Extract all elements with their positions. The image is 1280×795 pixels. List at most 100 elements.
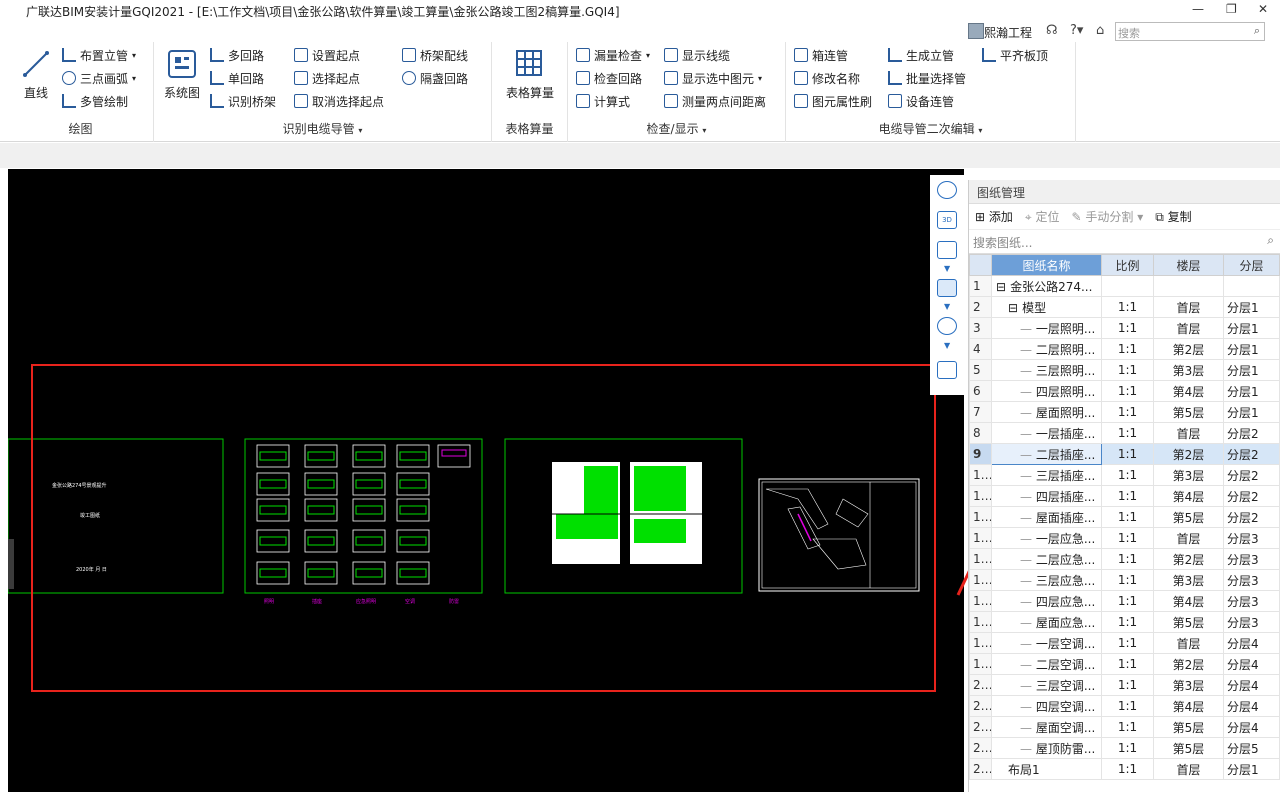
drawing-name-cell[interactable]: — 屋面应急... [991,611,1102,633]
table-row[interactable]: 16— 四层应急... 1:1 第4层 分层3 [969,590,1280,612]
drawing-name-cell[interactable]: — 屋顶防雷... [991,737,1102,759]
three-point-arc-button[interactable]: 三点画弧 ▾ [62,69,136,87]
drawing-name-cell[interactable]: — 一层插座... [991,422,1102,444]
box-connect-pipe-button[interactable]: 箱连管 [794,46,848,64]
drawing-name-cell[interactable]: — 四层照明... [991,380,1102,402]
table-row[interactable]: 4— 二层照明... 1:1 第2层 分层1 [969,338,1280,360]
table-row[interactable]: 6— 四层照明... 1:1 第4层 分层1 [969,380,1280,402]
skip-lamp-circuit-button[interactable]: 隔盏回路 [402,69,468,87]
show-cable-button[interactable]: 显示线缆 [664,46,730,64]
locate-button[interactable]: ⌖ 定位 [1025,208,1060,225]
table-row[interactable]: 13— 一层应急... 1:1 首层 分层3 [969,527,1280,549]
table-row[interactable]: 5— 三层照明... 1:1 第3层 分层1 [969,359,1280,381]
column-header-scale[interactable]: 比例 [1101,254,1154,276]
canvas-scroll-handle[interactable] [8,539,14,589]
identify-tray-button[interactable]: 识别桥架 [210,92,276,110]
table-row[interactable]: 11— 四层插座... 1:1 第4层 分层2 [969,485,1280,507]
drawing-name-cell[interactable]: — 屋面空调... [991,716,1102,738]
table-row[interactable]: 12— 屋面插座... 1:1 第5层 分层2 [969,506,1280,528]
drawing-name-cell[interactable]: — 一层空调... [991,632,1102,654]
orbit-icon[interactable] [937,181,957,199]
group-label-identify-cable[interactable]: 识别电缆导管 ▾ [154,120,491,137]
drawing-name-cell[interactable]: — 三层应急... [991,569,1102,591]
missing-check-button[interactable]: 漏量检查 ▾ [576,46,650,64]
drawing-name-cell[interactable]: — 三层照明... [991,359,1102,381]
group-label-check-display[interactable]: 检查/显示 ▾ [568,120,785,137]
drawing-name-cell[interactable]: — 三层空调... [991,674,1102,696]
headset-icon[interactable]: ☊ [1046,23,1058,38]
generate-riser-button[interactable]: 生成立管 [888,46,954,64]
drawing-name-cell[interactable]: ⊟ 模型 [991,296,1102,318]
box-view-icon[interactable] [937,279,957,297]
batch-select-pipe-button[interactable]: 批量选择管 [888,69,966,87]
drawing-name-cell[interactable]: — 屋面插座... [991,506,1102,528]
drawing-name-cell[interactable]: — 一层应急... [991,527,1102,549]
table-row[interactable]: 9— 二层插座... 1:1 第2层 分层2 [969,443,1280,465]
system-diagram-button[interactable]: 系统图 [160,48,204,101]
drawing-name-cell[interactable]: — 屋面照明... [991,401,1102,423]
table-row[interactable]: 2 ⊟ 模型 1:1 首层 分层1 [969,296,1280,318]
table-row[interactable]: 1 ⊟ 金张公路274... [969,275,1280,297]
table-row[interactable]: 24 布局1 1:1 首层 分层1 [969,758,1280,780]
copy-button[interactable]: ⧉ 复制 [1155,208,1191,225]
column-header-floor[interactable]: 楼层 [1153,254,1224,276]
measure-distance-button[interactable]: 测量两点间距离 [664,92,766,110]
add-button[interactable]: ⊞ 添加 [975,208,1013,225]
drawing-name-cell[interactable]: — 一层照明... [991,317,1102,339]
group-label-cable-edit[interactable]: 电缆导管二次编辑 ▾ [786,120,1075,137]
line-button[interactable]: 直线 [16,48,56,101]
table-row[interactable]: 19— 二层空调... 1:1 第2层 分层4 [969,653,1280,675]
tree-toggle-icon[interactable]: ⊟ [1008,301,1018,315]
column-header-name[interactable]: 图纸名称 [991,254,1102,276]
table-row[interactable]: 14— 二层应急... 1:1 第2层 分层3 [969,548,1280,570]
table-row[interactable]: 8— 一层插座... 1:1 首层 分层2 [969,422,1280,444]
attr-brush-button[interactable]: 图元属性刷 [794,92,872,110]
close-icon[interactable]: ✕ [1258,2,1268,16]
drawing-name-cell[interactable]: — 二层插座... [991,443,1102,465]
chevron-down-icon[interactable]: ▼ [944,302,950,311]
manual-split-button[interactable]: ✎ 手动分割 ▾ [1071,208,1143,225]
cube-view-icon[interactable] [937,241,957,259]
show-selected-button[interactable]: 显示选中图元 ▾ [664,69,762,87]
place-riser-button[interactable]: 布置立管 ▾ [62,46,136,64]
tray-wiring-button[interactable]: 桥架配线 [402,46,468,64]
multi-circuit-button[interactable]: 多回路 [210,46,264,64]
drawing-search-input[interactable]: 搜索图纸... ⌕ [969,230,1280,254]
rename-button[interactable]: 修改名称 [794,69,860,87]
table-row[interactable]: 10— 三层插座... 1:1 第3层 分层2 [969,464,1280,486]
table-row[interactable]: 17— 屋面应急... 1:1 第5层 分层3 [969,611,1280,633]
table-row[interactable]: 7— 屋面照明... 1:1 第5层 分层1 [969,401,1280,423]
device-connect-pipe-button[interactable]: 设备连管 [888,92,954,110]
drawing-name-cell[interactable]: ⊟ 金张公路274... [991,275,1102,297]
restore-icon[interactable]: ❐ [1226,2,1237,16]
minimize-icon[interactable]: — [1192,2,1204,16]
drawing-name-cell[interactable]: — 四层应急... [991,590,1102,612]
select-start-point-button[interactable]: 选择起点 [294,69,360,87]
drawing-name-cell[interactable]: 布局1 [991,758,1102,780]
rotate-icon[interactable] [937,317,957,335]
user-name[interactable]: 熙瀚工程 [984,24,1032,41]
drawing-name-cell[interactable]: — 四层空调... [991,695,1102,717]
column-header-layer[interactable]: 分层 [1223,254,1280,276]
cancel-start-point-button[interactable]: 取消选择起点 [294,92,384,110]
align-slab-top-button[interactable]: 平齐板顶 [982,46,1048,64]
table-row[interactable]: 15— 三层应急... 1:1 第3层 分层3 [969,569,1280,591]
table-row[interactable]: 20— 三层空调... 1:1 第3层 分层4 [969,674,1280,696]
drawing-name-cell[interactable]: — 二层照明... [991,338,1102,360]
tree-toggle-icon[interactable]: ⊟ [996,280,1006,294]
drawing-name-cell[interactable]: — 二层空调... [991,653,1102,675]
chevron-down-icon[interactable]: ▼ [944,341,950,350]
table-row[interactable]: 23— 屋顶防雷... 1:1 第5层 分层5 [969,737,1280,759]
shirt-icon[interactable]: ⌂ [1096,23,1104,38]
table-row[interactable]: 3— 一层照明... 1:1 首层 分层1 [969,317,1280,339]
check-circuit-button[interactable]: 检查回路 [576,69,642,87]
3d-view-icon[interactable]: 3D [937,211,957,229]
help-icon[interactable]: ?▾ [1070,23,1083,38]
set-start-point-button[interactable]: 设置起点 [294,46,360,64]
layer-display-icon[interactable] [937,361,957,379]
chevron-down-icon[interactable]: ▼ [944,264,950,273]
drawing-canvas[interactable]: 金张公路274号景观提升 竣工图纸 2020年 月 日 照明 插座 应急照明 空… [7,169,964,792]
formula-button[interactable]: 计算式 [576,92,630,110]
avatar[interactable] [968,23,984,39]
drawing-name-cell[interactable]: — 四层插座... [991,485,1102,507]
